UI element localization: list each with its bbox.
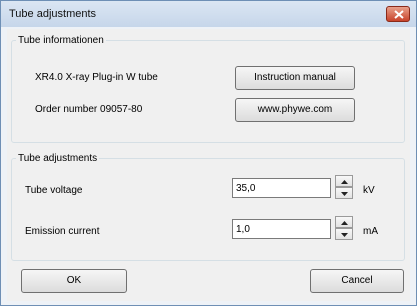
arrow-down-icon: [341, 192, 348, 196]
tube-adjustments-group: Tube adjustments: [11, 153, 405, 261]
website-button[interactable]: www.phywe.com: [235, 98, 355, 122]
tube-adjustments-legend: Tube adjustments: [18, 153, 98, 164]
title-bar[interactable]: Tube adjustments: [1, 1, 416, 27]
arrow-up-icon: [341, 221, 348, 225]
ok-button[interactable]: OK: [21, 269, 127, 293]
tube-name-label: XR4.0 X-ray Plug-in W tube: [35, 72, 158, 83]
tube-voltage-label: Tube voltage: [25, 185, 83, 196]
tube-voltage-input[interactable]: [232, 178, 331, 198]
cancel-button[interactable]: Cancel: [310, 269, 404, 293]
emission-current-unit: mA: [363, 226, 378, 237]
emission-current-down-button[interactable]: [335, 228, 353, 240]
dialog-window: Tube adjustments Tube informationen XR4.…: [0, 0, 417, 306]
instruction-manual-button[interactable]: Instruction manual: [235, 66, 355, 90]
emission-current-input[interactable]: [232, 219, 331, 239]
tube-voltage-down-button[interactable]: [335, 187, 353, 199]
order-number-label: Order number 09057-80: [35, 104, 143, 115]
close-button[interactable]: [386, 6, 410, 22]
tube-voltage-spinner[interactable]: [335, 175, 353, 199]
emission-current-spinner[interactable]: [335, 216, 353, 240]
tube-voltage-up-button[interactable]: [335, 175, 353, 187]
arrow-down-icon: [341, 233, 348, 237]
tube-voltage-unit: kV: [363, 185, 375, 196]
close-icon: [394, 10, 404, 19]
tube-info-legend: Tube informationen: [18, 35, 104, 46]
emission-current-up-button[interactable]: [335, 216, 353, 228]
emission-current-label: Emission current: [25, 226, 100, 237]
window-title: Tube adjustments: [9, 8, 97, 20]
dialog-client: Tube informationen XR4.0 X-ray Plug-in W…: [7, 29, 410, 301]
arrow-up-icon: [341, 180, 348, 184]
